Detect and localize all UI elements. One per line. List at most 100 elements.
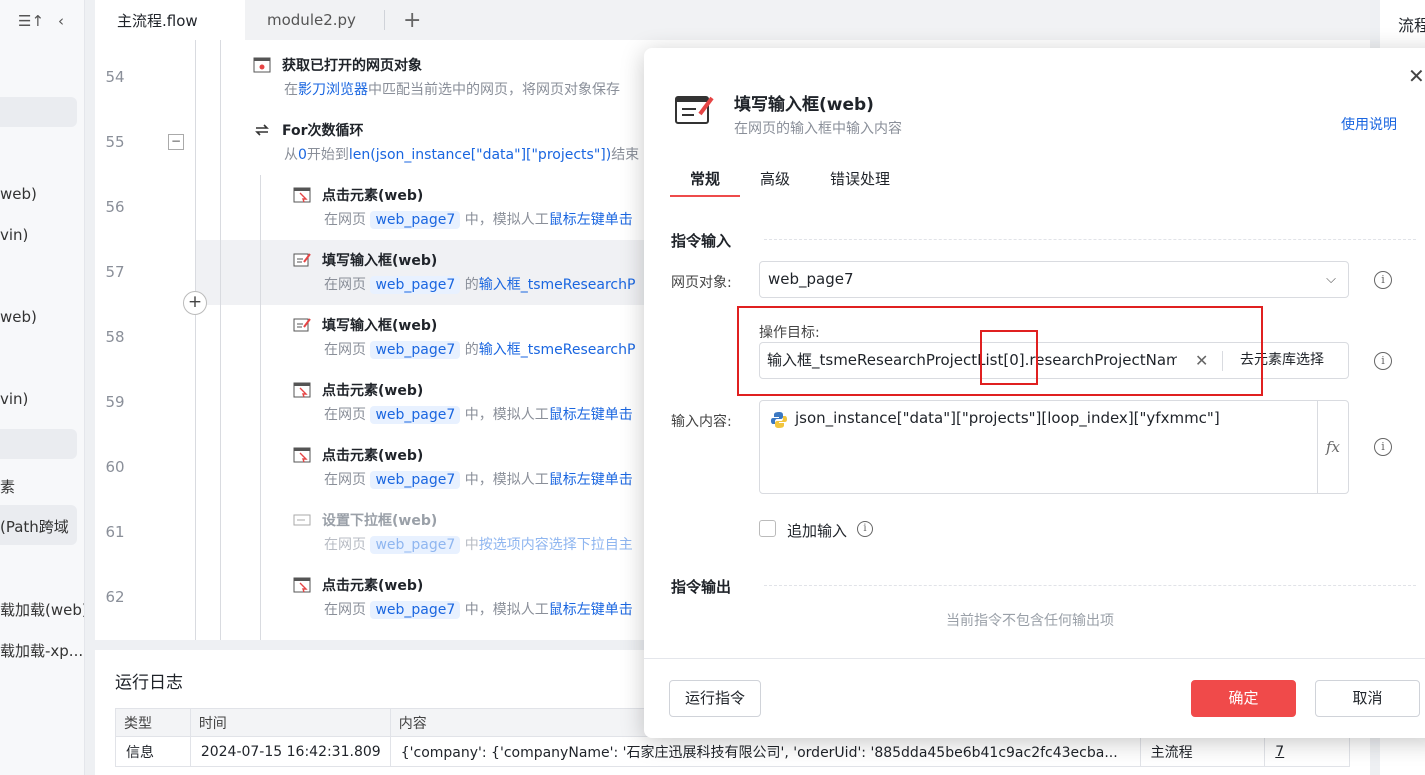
step-title: 填写输入框(web) [322,318,438,334]
web-object-select[interactable]: web_page7 ⌵ [759,261,1349,298]
line-number: 58 [105,328,125,346]
fill-input-dialog: ✕ 填写输入框(web) 在网页的输入框中输入内容 使用说明 常规 高级 错误处… [644,48,1425,738]
annotation-box-index [980,330,1038,385]
step-title: 设置下拉框(web) [322,513,438,529]
info-icon[interactable]: i [1374,271,1392,289]
log-type: 信息 [115,736,191,767]
step-title: 点击元素(web) [322,578,424,594]
sidebar-item[interactable]: web) [0,308,37,326]
sidebar-item[interactable]: vin) [0,226,28,244]
click-element-icon [292,576,312,594]
sidebar-item[interactable]: 载加载-xp... [0,640,83,661]
log-source: 主流程 [1139,736,1266,767]
click-element-icon [292,446,312,464]
log-time: 2024-07-15 16:42:31.809 [189,736,391,767]
loop-icon [252,121,272,139]
flow-step-disabled[interactable]: 设置下拉框(web) 在网页 web_page7 中按选项内容选择下拉自主 [292,510,633,554]
sidebar-item[interactable]: (Path跨域 [0,516,69,537]
tab-error-handling[interactable]: 错误处理 [830,168,890,189]
append-input-checkbox[interactable] [759,520,776,537]
footer-divider [644,658,1425,659]
flow-step[interactable]: 填写输入框(web) 在网页 web_page7 的输入框_tsmeResear… [292,250,635,294]
info-icon[interactable]: i [1374,352,1392,370]
content-label: 输入内容: [671,414,732,430]
confirm-button[interactable]: 确定 [1191,680,1296,717]
indent-guide [260,175,261,640]
log-line-link[interactable]: 7 [1264,736,1350,767]
python-icon [770,411,788,433]
section-input-title: 指令输入 [671,232,732,250]
dialog-subtitle: 在网页的输入框中输入内容 [734,121,902,137]
tab-main-flow[interactable]: 主流程.flow [95,0,245,40]
web-object-label: 网页对象: [671,275,732,291]
section-divider [764,239,1416,240]
help-link[interactable]: 使用说明 [1341,114,1397,134]
flow-step[interactable]: 点击元素(web) 在网页 web_page7 中，模拟人工鼠标左键单击 [292,185,633,229]
tab-advanced[interactable]: 高级 [760,168,790,189]
gutter-divider [195,40,196,640]
step-desc: 在网页 web_page7 中，模拟人工鼠标左键单击 [324,601,633,619]
close-icon[interactable]: ✕ [1408,64,1425,88]
flow-step[interactable]: 填写输入框(web) 在网页 web_page7 的输入框_tsmeResear… [292,315,635,359]
step-title: 填写输入框(web) [322,253,438,269]
line-number: 59 [105,393,125,411]
line-number: 60 [105,458,125,476]
flow-step[interactable]: 点击元素(web) 在网页 web_page7 中，模拟人工鼠标左键单击 [292,380,633,424]
cancel-button[interactable]: 取消 [1315,680,1420,717]
tab-divider [383,10,385,30]
content-input[interactable]: json_instance["data"]["projects"][loop_i… [759,400,1349,494]
step-desc: 在网页 web_page7 中按选项内容选择下拉自主 [324,536,633,554]
browser-icon [252,56,272,74]
flow-step[interactable]: 点击元素(web) 在网页 web_page7 中，模拟人工鼠标左键单击 [292,445,633,489]
sidebar-highlight [0,429,77,459]
click-element-icon [292,381,312,399]
log-row[interactable]: 信息 2024-07-15 16:42:31.809 {'company': {… [115,736,1350,767]
log-col-time: 时间 [189,708,391,737]
web-object-value: web_page7 [768,270,854,288]
sort-icon[interactable]: ☰↑ [18,12,44,30]
run-command-button[interactable]: 运行指令 [669,680,761,717]
line-number: 56 [105,198,125,216]
sidebar-item[interactable]: 素 [0,476,15,497]
tab-general[interactable]: 常规 [690,168,720,189]
step-desc: 在影刀浏览器中匹配当前选中的网页，将网页对象保存 [284,82,620,98]
flow-step[interactable]: 点击元素(web) 在网页 web_page7 中，模拟人工鼠标左键单击 [292,575,633,619]
sidebar-item[interactable]: 载加载(web) [0,599,84,620]
add-step-button[interactable]: + [183,291,207,315]
fx-button[interactable]: fx [1317,401,1348,493]
step-desc: 在网页 web_page7 中，模拟人工鼠标左键单击 [324,471,633,489]
add-tab-button[interactable]: + [391,0,433,40]
log-content: {'company': {'companyName': '石家庄迅展科技有限公司… [389,736,1141,767]
dialog-title: 填写输入框(web) [734,95,874,115]
log-title: 运行日志 [115,673,183,693]
info-icon[interactable]: i [857,521,873,537]
section-divider [764,585,1416,586]
tab-module2[interactable]: module2.py [245,0,378,40]
step-title: For次数循环 [282,123,364,139]
step-title: 点击元素(web) [322,188,424,204]
section-output-title: 指令输出 [671,578,732,596]
line-number: 57 [105,263,125,281]
line-number: 55 [105,133,125,151]
active-tab-underline [670,195,740,197]
step-desc: 在网页 web_page7 的输入框_tsmeResearchP [324,341,636,359]
content-value: json_instance["data"]["projects"][loop_i… [795,409,1220,427]
indent-guide [220,40,221,640]
line-number: 62 [105,588,125,606]
fill-input-icon [292,251,312,269]
sidebar-item[interactable]: vin) [0,390,28,408]
sidebar-item[interactable]: web) [0,185,37,203]
step-desc: 从0开始到len(json_instance["data"]["projects… [284,147,640,163]
log-col-type: 类型 [115,708,191,737]
info-icon[interactable]: i [1374,438,1392,456]
sidebar-top-icons: ☰↑ ‹ [18,12,64,30]
no-output-text: 当前指令不包含任何输出项 [946,613,1114,629]
step-title: 点击元素(web) [322,448,424,464]
chevron-left-icon[interactable]: ‹ [58,12,64,30]
fill-input-icon [292,316,312,334]
flow-step[interactable]: 获取已打开的网页对象 在影刀浏览器中匹配当前选中的网页，将网页对象保存 [252,55,620,99]
step-title: 点击元素(web) [322,383,424,399]
line-number: 54 [105,68,125,86]
flow-step[interactable]: For次数循环 从0开始到len(json_instance["data"]["… [252,120,639,164]
collapse-toggle[interactable]: − [168,134,184,150]
